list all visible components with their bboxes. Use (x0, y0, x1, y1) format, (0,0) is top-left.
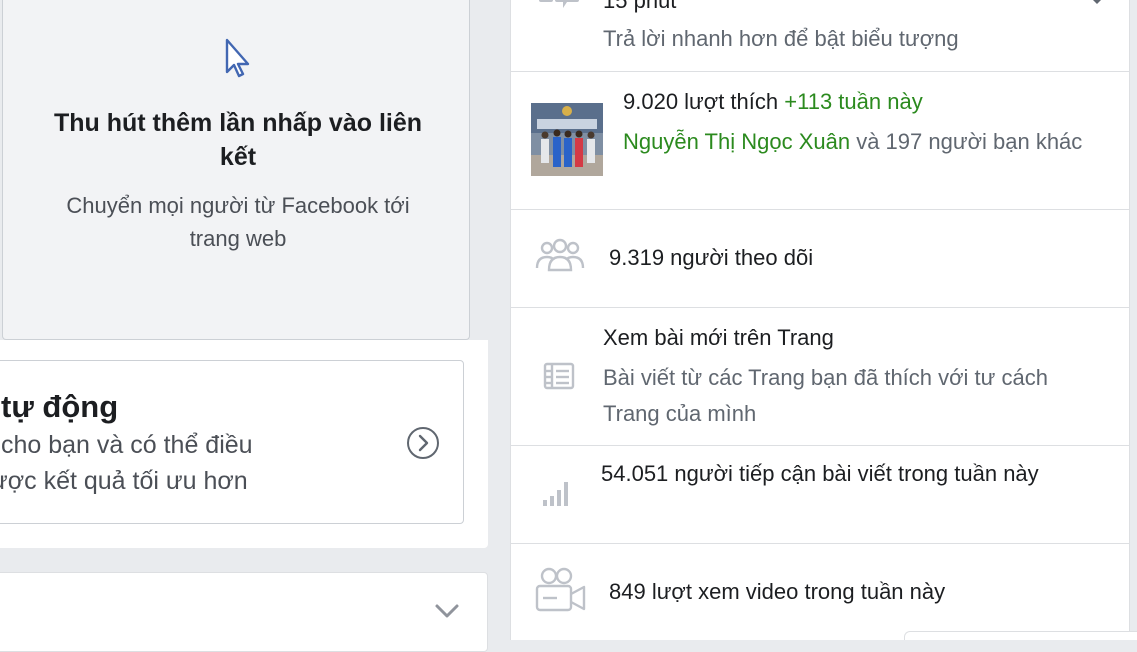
likes-count: 9.020 lượt thích (623, 89, 779, 114)
followers-count: 9.319 người theo dõi (609, 245, 814, 270)
automated-ads-card[interactable]: tự động cho bạn và có thể điều ược kết q… (0, 360, 464, 524)
chat-bubble-icon (539, 0, 579, 8)
chevron-right-circle-icon[interactable] (405, 425, 441, 461)
reach-count: 54.051 người tiếp cận bài viết trong tuầ… (601, 461, 1039, 486)
chat-tab-edge (904, 631, 1137, 640)
likes-row[interactable]: 9.020 lượt thích +113 tuần này Nguyễn Th… (511, 72, 1129, 210)
promo-description: Chuyển mọi người từ Facebook tới trang w… (66, 193, 410, 251)
link-clicks-promo-card[interactable]: Thu hút thêm lần nhấp vào liên kết Chuyể… (2, 0, 470, 340)
likes-friends-text: Nguyễn Thị Ngọc Xuân và 197 người bạn kh… (623, 124, 1093, 160)
response-hint: Trả lời nhanh hơn để bật biểu tượng (603, 26, 959, 51)
likes-line: 9.020 lượt thích +113 tuần này (623, 84, 923, 120)
pages-feed-row[interactable]: Xem bài mới trên Trang Bài viết từ các T… (511, 308, 1129, 446)
likes-weekly-gain: +113 tuần này (784, 89, 923, 114)
page-photo-thumbnail[interactable] (531, 103, 603, 176)
news-feed-icon (543, 362, 575, 390)
video-views-row[interactable]: 849 lượt xem video trong tuần này (511, 544, 1129, 640)
page-stats-panel: 15 phút Trả lời nhanh hơn để bật biểu tư… (510, 0, 1130, 640)
automated-ads-text-line1: cho bạn và có thể điều (1, 431, 253, 459)
video-views-count: 849 lượt xem video trong tuần này (609, 579, 946, 604)
cursor-icon (225, 38, 250, 78)
friends-suffix: và 197 người bạn khác (856, 129, 1083, 154)
followers-row[interactable]: 9.319 người theo dõi (511, 210, 1129, 308)
chevron-down-icon[interactable] (433, 601, 461, 621)
pages-feed-description: Bài viết từ các Trang bạn đã thích với t… (603, 365, 1048, 426)
promo-title: Thu hút thêm lần nhấp vào liên kết (53, 109, 423, 171)
friend-name-link[interactable]: Nguyễn Thị Ngọc Xuân (623, 129, 850, 154)
response-time-row[interactable]: 15 phút Trả lời nhanh hơn để bật biểu tư… (511, 0, 1129, 72)
collapsed-section-card[interactable] (0, 572, 488, 652)
bar-chart-icon (543, 482, 568, 506)
caret-down-icon[interactable] (1087, 0, 1107, 8)
pages-feed-title[interactable]: Xem bài mới trên Trang (603, 320, 834, 356)
people-group-icon (535, 238, 585, 272)
group-photo-image (531, 103, 603, 176)
automated-ads-title: tự động (1, 389, 119, 424)
automated-ads-text-line2: ược kết quả tối ưu hơn (0, 467, 248, 495)
video-camera-icon (535, 567, 586, 612)
reach-row[interactable]: 54.051 người tiếp cận bài viết trong tuầ… (511, 446, 1129, 544)
response-time: 15 phút (603, 0, 677, 13)
